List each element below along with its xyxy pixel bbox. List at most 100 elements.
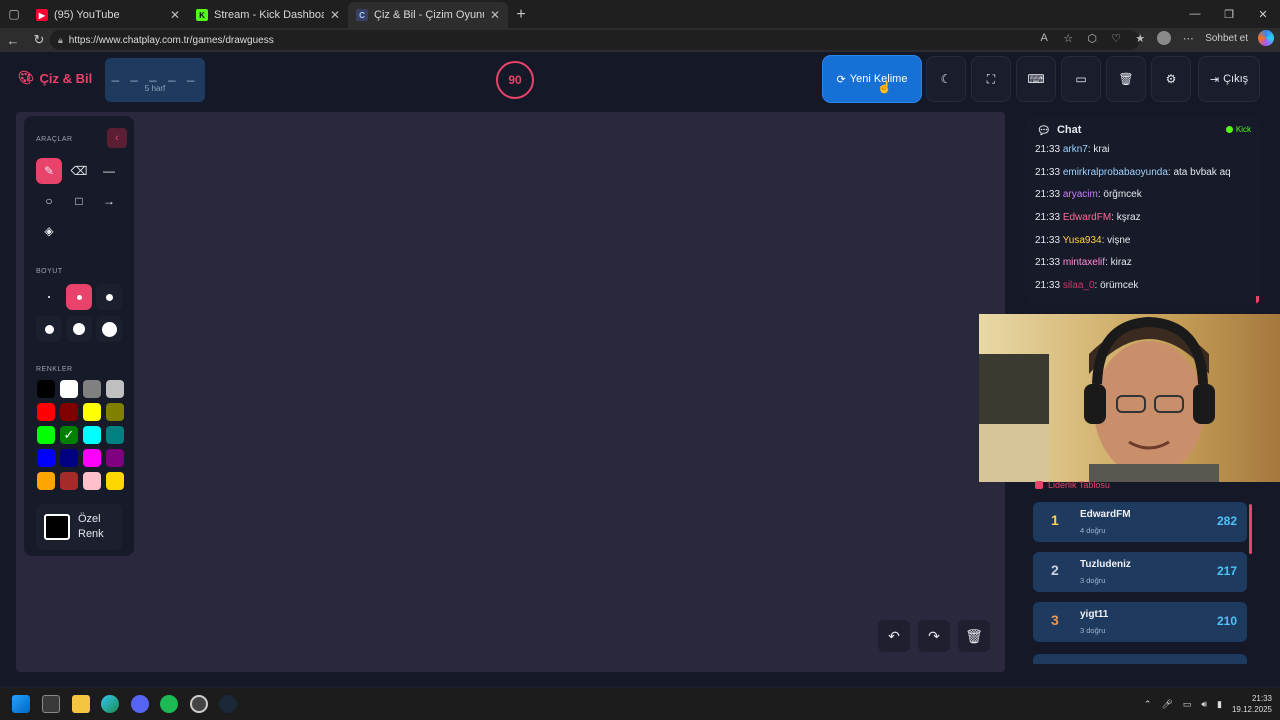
url-field[interactable]: 🔒︎ https://www.chatplay.com.tr/games/dra… [50, 30, 1140, 50]
color-swatch[interactable] [60, 380, 78, 398]
color-swatch[interactable] [106, 472, 124, 490]
favorite-icon[interactable]: ☆ [1061, 31, 1075, 45]
circle-tool[interactable]: ○ [36, 188, 62, 214]
arrow-tool[interactable]: → [96, 188, 122, 214]
chat-message: 21:33 arkn7: krai [1035, 144, 1253, 167]
custom-color-button[interactable]: Özel Renk [36, 504, 122, 550]
browser-essentials-icon[interactable]: ♡ [1109, 31, 1123, 45]
discord-icon[interactable] [131, 695, 149, 713]
keyboard-button[interactable]: ⌨ [1016, 56, 1056, 102]
tab-actions-icon[interactable]: ▢ [0, 0, 28, 28]
fill-tool[interactable]: ◈ [36, 218, 62, 244]
extensions-icon[interactable]: ⬡ [1085, 31, 1099, 45]
chat-scrollbar[interactable] [1256, 296, 1259, 304]
sohbet-label[interactable]: Sohbet et [1205, 33, 1248, 44]
minimize-icon[interactable]: — [1178, 0, 1212, 28]
color-swatch[interactable] [83, 426, 101, 444]
brush-tool[interactable]: ✎ [36, 158, 62, 184]
file-explorer-icon[interactable] [72, 695, 90, 713]
platform-badge: Kick [1225, 125, 1251, 134]
favorites-icon[interactable]: ★ [1133, 31, 1147, 45]
spotify-icon[interactable] [160, 695, 178, 713]
close-tab-icon[interactable]: ✕ [330, 8, 340, 22]
logout-icon: ⇥ [1209, 73, 1220, 86]
color-swatch[interactable] [106, 426, 124, 444]
color-swatch[interactable] [37, 380, 55, 398]
back-icon[interactable]: ← [0, 28, 26, 52]
color-swatch[interactable] [83, 472, 101, 490]
reload-icon[interactable]: ↻ [26, 28, 52, 52]
message-user[interactable]: EdwardFM [1063, 212, 1111, 223]
color-swatch[interactable] [60, 472, 78, 490]
color-swatch[interactable] [83, 449, 101, 467]
color-swatch[interactable]: ✓ [60, 426, 78, 444]
edge-icon[interactable] [101, 695, 119, 713]
new-tab-button[interactable]: + [508, 2, 534, 28]
drawing-canvas[interactable]: ARAÇLAR ‹ ✎ ⌫ — ○ □ → ◈ BOYUT RENKLER ✓ … [16, 112, 1005, 672]
size-2[interactable] [66, 284, 92, 310]
color-swatch[interactable] [83, 380, 101, 398]
close-tab-icon[interactable]: ✕ [170, 8, 180, 22]
maximize-icon[interactable]: ❐ [1212, 0, 1246, 28]
message-user[interactable]: silaa_0 [1063, 280, 1095, 291]
battery-icon[interactable]: ▮ [1217, 699, 1222, 710]
profile-icon[interactable] [1157, 31, 1172, 45]
player-name: yigt11 [1080, 609, 1109, 620]
kick-icon: K [196, 9, 208, 21]
color-swatch[interactable] [106, 403, 124, 421]
color-swatch[interactable] [83, 403, 101, 421]
collapse-panel-button[interactable]: ‹ [107, 128, 127, 148]
message-user[interactable]: Yusa934 [1063, 235, 1102, 246]
copilot-icon[interactable] [1258, 30, 1274, 46]
rectangle-tool[interactable]: □ [66, 188, 92, 214]
message-user[interactable]: emirkralprobabaoyunda [1063, 167, 1168, 178]
clear-canvas-button[interactable]: 🗑︎ [958, 620, 990, 652]
undo-button[interactable]: ↶ [878, 620, 910, 652]
steam-icon[interactable] [219, 695, 237, 713]
archive-button[interactable]: ▭ [1061, 56, 1101, 102]
close-window-icon[interactable]: ✕ [1246, 0, 1280, 28]
fullscreen-button[interactable]: ⛶ [971, 56, 1011, 102]
size-4[interactable] [36, 316, 62, 342]
tab-youtube[interactable]: ▶ (95) YouTube ✕ [28, 2, 188, 28]
size-6[interactable] [96, 316, 122, 342]
delete-button[interactable]: 🗑︎ [1106, 56, 1146, 102]
windows-start-icon[interactable] [12, 695, 30, 713]
obs-icon[interactable] [190, 695, 208, 713]
message-user[interactable]: arkn7 [1063, 144, 1088, 155]
color-swatch[interactable] [106, 380, 124, 398]
color-swatch[interactable] [106, 449, 124, 467]
read-aloud-icon[interactable]: A [1037, 31, 1051, 45]
color-swatch[interactable] [37, 403, 55, 421]
theme-toggle-button[interactable]: ☾ [926, 56, 966, 102]
color-swatch[interactable] [37, 472, 55, 490]
microphone-icon[interactable]: 🎤︎ [1161, 699, 1172, 710]
eraser-tool[interactable]: ⌫ [66, 158, 92, 184]
new-word-button[interactable]: ⟳ Yeni Kelime ☝ [823, 56, 921, 102]
tab-ciz-bil[interactable]: C Çiz & Bil - Çizim Oyunu ✕ [348, 2, 508, 28]
color-swatch[interactable] [60, 449, 78, 467]
clock[interactable]: 21:33 19.12.2025 [1232, 693, 1272, 715]
tab-kick-dashboard[interactable]: K Stream - Kick Dashboard ✕ [188, 2, 348, 28]
settings-button[interactable]: ⚙ [1151, 56, 1191, 102]
color-swatch[interactable] [37, 449, 55, 467]
display-icon[interactable]: ▭ [1183, 699, 1192, 710]
message-user[interactable]: mintaxelif [1063, 257, 1105, 268]
line-tool[interactable]: — [96, 158, 122, 184]
color-swatch[interactable] [37, 426, 55, 444]
volume-icon[interactable]: 🔊︎ [1201, 699, 1207, 710]
logout-button[interactable]: ⇥ Çıkış [1198, 56, 1260, 102]
rectangle-icon: □ [75, 194, 83, 208]
size-3[interactable] [96, 284, 122, 310]
store-icon[interactable] [42, 695, 60, 713]
more-icon[interactable]: ⋯ [1181, 31, 1195, 45]
message-user[interactable]: aryacim [1063, 189, 1098, 200]
message-time: 21:33 [1035, 212, 1061, 224]
close-tab-icon[interactable]: ✕ [490, 8, 500, 22]
redo-button[interactable]: ↷ [918, 620, 950, 652]
color-swatch[interactable] [60, 403, 78, 421]
size-5[interactable] [66, 316, 92, 342]
chevron-up-icon[interactable]: ⌃ [1144, 699, 1152, 710]
size-1[interactable] [36, 284, 62, 310]
leaderboard-scrollbar[interactable] [1249, 504, 1252, 554]
